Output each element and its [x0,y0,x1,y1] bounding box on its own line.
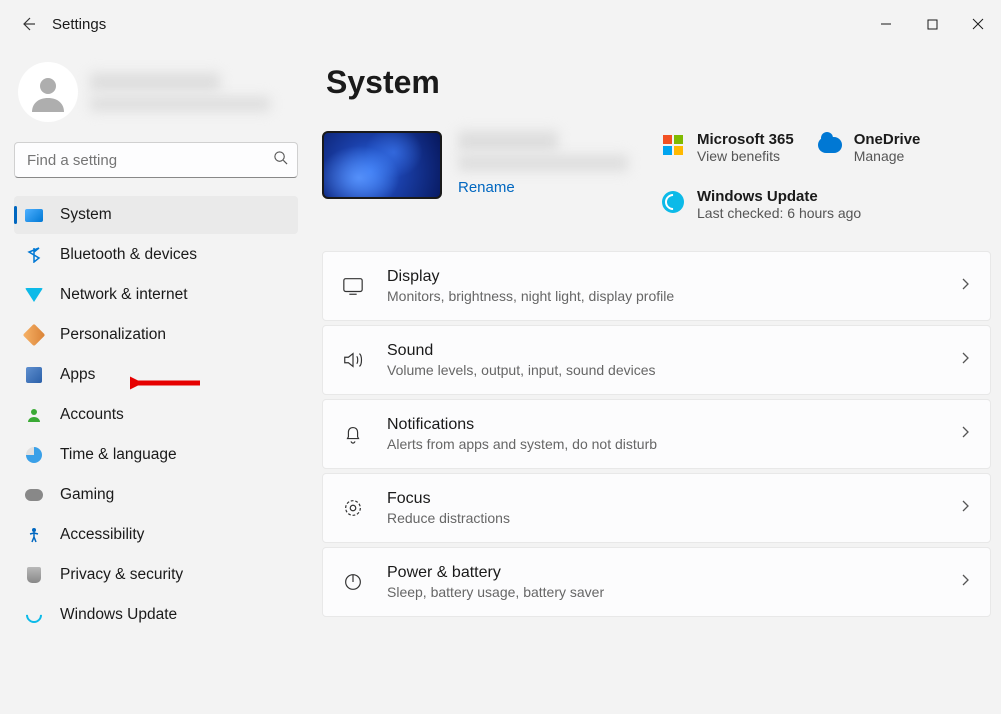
person-icon [24,405,44,425]
card-title: Notifications [387,416,946,434]
card-focus[interactable]: Focus Reduce distractions [322,473,991,543]
card-notifications[interactable]: Notifications Alerts from apps and syste… [322,399,991,469]
quick-sub: View benefits [697,148,794,164]
sidebar-item-system[interactable]: System [14,196,298,234]
card-sub: Monitors, brightness, night light, displ… [387,288,946,304]
sidebar-item-accounts[interactable]: Accounts [14,396,298,434]
device-info: Rename [458,131,638,197]
sidebar-item-accessibility[interactable]: Accessibility [14,516,298,554]
sidebar-item-gaming[interactable]: Gaming [14,476,298,514]
power-icon [341,570,365,594]
system-icon [24,205,44,225]
apps-icon [24,365,44,385]
bluetooth-icon [24,245,44,265]
sidebar-item-label: Personalization [60,326,166,344]
quick-link-windows-update[interactable]: Windows Update Last checked: 6 hours ago [661,188,991,221]
sidebar-item-label: Apps [60,366,95,384]
avatar [18,62,78,122]
card-title: Display [387,268,946,286]
device-name [458,131,558,151]
sidebar-item-label: Bluetooth & devices [60,246,197,264]
back-button[interactable] [8,4,48,44]
card-sub: Volume levels, output, input, sound devi… [387,362,946,378]
settings-list: Display Monitors, brightness, night ligh… [322,251,991,617]
quick-links: Microsoft 365 View benefits OneDrive Man… [661,131,991,221]
chevron-right-icon [958,573,972,592]
wifi-icon [24,285,44,305]
chevron-right-icon [958,277,972,296]
sidebar-item-label: Privacy & security [60,566,183,584]
bell-icon [341,422,365,446]
card-title: Power & battery [387,564,946,582]
quick-title: Windows Update [697,188,861,205]
sidebar-item-label: Accounts [60,406,124,424]
sound-icon [341,348,365,372]
profile-email [90,97,270,111]
minimize-button[interactable] [863,4,909,44]
sidebar-item-label: Accessibility [60,526,144,544]
window-controls [863,4,1001,44]
rename-link[interactable]: Rename [458,179,515,196]
card-sub: Reduce distractions [387,510,946,526]
device-row: Rename Microsoft 365 View benefits OneDr… [322,131,991,221]
sidebar-item-windows-update[interactable]: Windows Update [14,596,298,634]
quick-title: OneDrive [854,131,921,148]
page-title: System [326,64,991,101]
sidebar: System Bluetooth & devices Network & int… [0,48,310,714]
sidebar-item-network[interactable]: Network & internet [14,276,298,314]
quick-title: Microsoft 365 [697,131,794,148]
search-input[interactable] [14,142,298,178]
main-content: System Rename Microsoft 365 View benefit… [310,48,1001,714]
shield-icon [24,565,44,585]
quick-link-m365[interactable]: Microsoft 365 View benefits [661,131,794,164]
sidebar-item-label: System [60,206,112,224]
search-container [14,142,298,178]
profile-name [90,73,220,91]
app-title: Settings [52,16,106,33]
sidebar-item-personalization[interactable]: Personalization [14,316,298,354]
quick-sub: Last checked: 6 hours ago [697,205,861,221]
profile-info [90,73,270,111]
gamepad-icon [24,485,44,505]
sidebar-item-label: Windows Update [60,606,177,624]
user-profile[interactable] [14,58,298,126]
focus-icon [341,496,365,520]
maximize-button[interactable] [909,4,955,44]
card-title: Sound [387,342,946,360]
microsoft-365-icon [661,133,685,157]
quick-sub: Manage [854,148,921,164]
nav-list: System Bluetooth & devices Network & int… [14,196,298,634]
card-sub: Alerts from apps and system, do not dist… [387,436,946,452]
sidebar-item-bluetooth[interactable]: Bluetooth & devices [14,236,298,274]
globe-clock-icon [24,445,44,465]
chevron-right-icon [958,351,972,370]
titlebar: Settings [0,0,1001,48]
windows-update-icon [661,190,685,214]
onedrive-icon [818,133,842,157]
sidebar-item-label: Gaming [60,486,114,504]
device-thumbnail[interactable] [322,131,442,199]
sidebar-item-label: Network & internet [60,286,188,304]
close-button[interactable] [955,4,1001,44]
sidebar-item-label: Time & language [60,446,177,464]
chevron-right-icon [958,425,972,444]
card-title: Focus [387,490,946,508]
device-description [458,155,628,171]
card-sound[interactable]: Sound Volume levels, output, input, soun… [322,325,991,395]
display-icon [341,274,365,298]
quick-link-onedrive[interactable]: OneDrive Manage [818,131,921,164]
sidebar-item-time-language[interactable]: Time & language [14,436,298,474]
accessibility-icon [24,525,44,545]
chevron-right-icon [958,499,972,518]
brush-icon [24,325,44,345]
card-power[interactable]: Power & battery Sleep, battery usage, ba… [322,547,991,617]
card-display[interactable]: Display Monitors, brightness, night ligh… [322,251,991,321]
update-icon [24,605,44,625]
sidebar-item-privacy[interactable]: Privacy & security [14,556,298,594]
card-sub: Sleep, battery usage, battery saver [387,584,946,600]
sidebar-item-apps[interactable]: Apps [14,356,298,394]
